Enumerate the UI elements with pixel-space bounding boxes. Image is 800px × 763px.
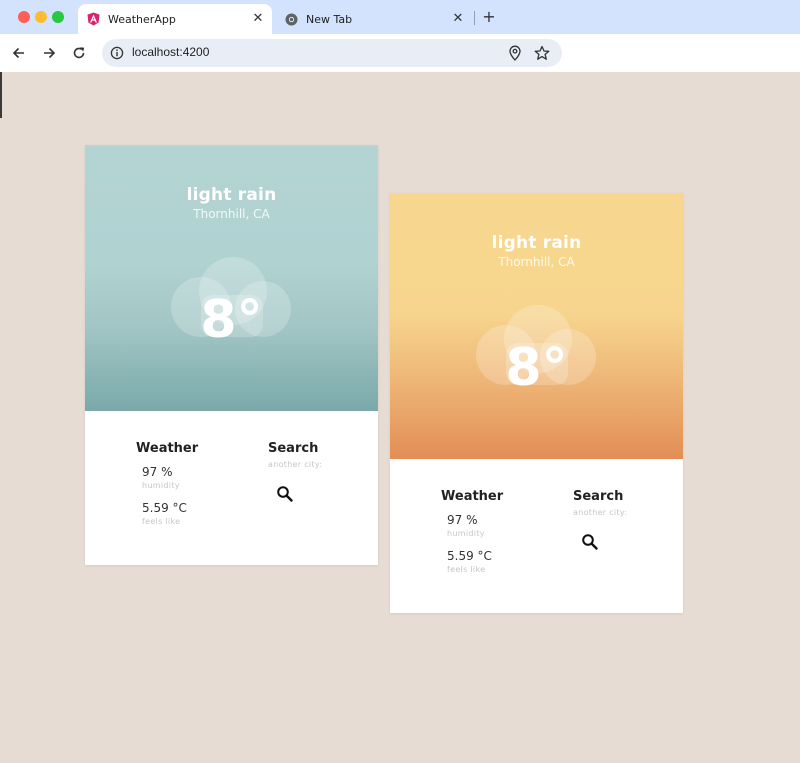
url-text: localhost:4200 — [132, 45, 210, 59]
tab-title: New Tab — [306, 12, 353, 26]
search-section: Search another city: — [268, 441, 322, 502]
feels-like-label: feels like — [447, 565, 486, 574]
temperature: 8° — [200, 290, 263, 350]
browser-toolbar: localhost:4200 — [0, 34, 800, 72]
location-pin-icon — [509, 45, 521, 61]
page-edge-marker — [0, 72, 2, 118]
humidity-value: 97 % — [142, 465, 173, 479]
bookmark-star-icon — [534, 45, 550, 60]
weather-heading: Weather — [441, 489, 504, 504]
forward-button[interactable] — [38, 42, 60, 64]
search-hint: another city: — [268, 460, 323, 469]
feels-like-label: feels like — [142, 517, 181, 526]
humidity-value: 97 % — [447, 513, 478, 527]
weather-condition: light rain — [186, 185, 277, 205]
chrome-icon — [284, 12, 298, 26]
temperature: 8° — [505, 338, 568, 398]
info-icon — [110, 46, 124, 60]
search-icon[interactable] — [581, 533, 599, 551]
search-heading: Search — [573, 489, 624, 504]
arrow-left-icon — [12, 47, 24, 59]
close-window-button[interactable] — [18, 11, 30, 23]
tab-new-tab[interactable]: New Tab ✕ — [276, 4, 472, 34]
tab-strip: WeatherApp ✕ New Tab ✕ + — [0, 0, 800, 34]
humidity-label: humidity — [447, 529, 485, 538]
minimize-window-button[interactable] — [35, 11, 47, 23]
search-hint: another city: — [573, 508, 628, 517]
tab-weatherapp[interactable]: WeatherApp ✕ — [78, 4, 272, 34]
weather-heading: Weather — [136, 441, 199, 456]
weather-location: Thornhill, CA — [498, 255, 575, 269]
arrow-right-icon — [44, 47, 56, 59]
search-heading: Search — [268, 441, 319, 456]
weather-location: Thornhill, CA — [193, 207, 270, 221]
weather-details: Weather 97 % humidity 5.59 °C feels like — [441, 489, 504, 574]
feels-like-value: 5.59 °C — [142, 501, 187, 515]
weather-card-details: Weather 97 % humidity 5.59 °C feels like… — [85, 411, 378, 565]
address-bar[interactable]: localhost:4200 — [102, 39, 562, 67]
close-tab-icon[interactable]: ✕ — [450, 11, 466, 27]
angular-icon — [86, 12, 100, 26]
search-section: Search another city: — [573, 489, 627, 550]
tab-separator — [474, 11, 475, 25]
close-tab-icon[interactable]: ✕ — [250, 11, 266, 27]
weather-card-header: light rain Thornhill, CA 8° — [85, 145, 378, 411]
reload-button[interactable] — [68, 42, 90, 64]
weather-card-header: light rain Thornhill, CA 8° — [390, 193, 683, 459]
feels-like-value: 5.59 °C — [447, 549, 492, 563]
weather-details: Weather 97 % humidity 5.59 °C feels like — [136, 441, 199, 526]
weather-card: light rain Thornhill, CA 8° Weather 97 %… — [390, 193, 683, 613]
back-button[interactable] — [8, 42, 30, 64]
new-tab-button[interactable]: + — [480, 8, 498, 26]
weather-condition: light rain — [491, 233, 582, 253]
search-icon[interactable] — [276, 485, 294, 503]
humidity-label: humidity — [142, 481, 180, 490]
weather-card: light rain Thornhill, CA 8° Weather 97 %… — [85, 145, 378, 565]
tab-title: WeatherApp — [108, 12, 176, 26]
maximize-window-button[interactable] — [52, 11, 64, 23]
reload-icon — [73, 47, 85, 59]
weather-card-details: Weather 97 % humidity 5.59 °C feels like… — [390, 459, 683, 613]
